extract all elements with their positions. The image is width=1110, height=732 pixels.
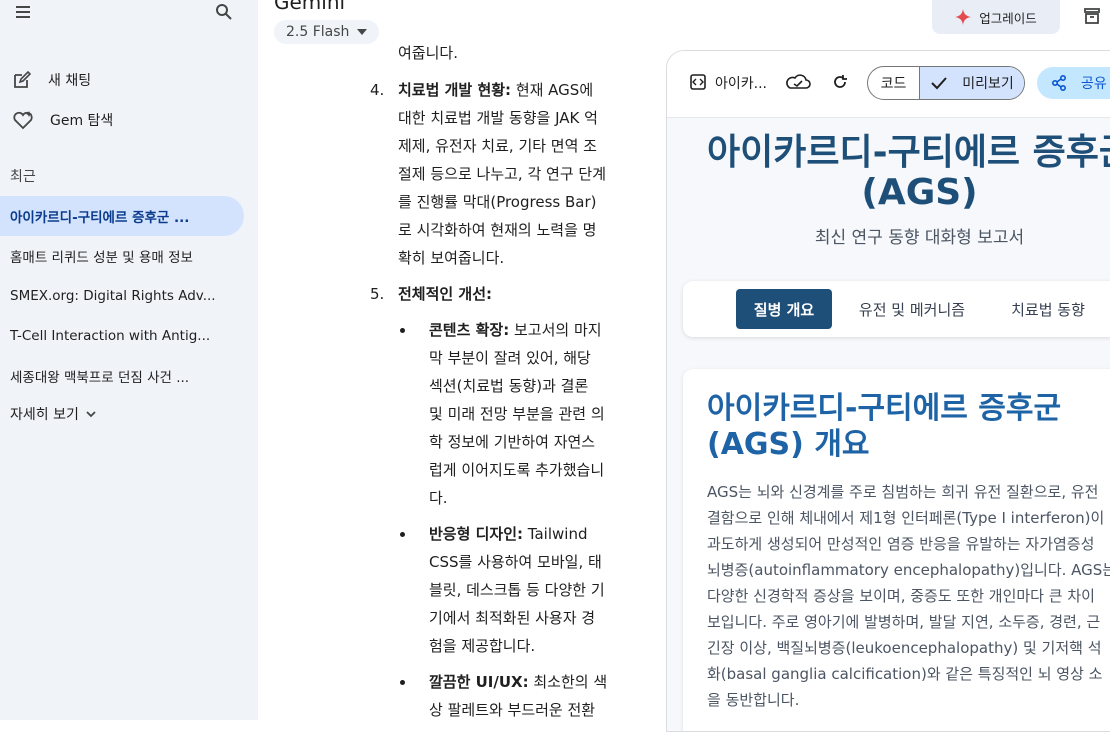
bullet-dot <box>400 532 405 537</box>
body-line: 긴장 이상, 백질뇌병증(leukoencephalopathy) 및 기저핵 … <box>707 639 1102 657</box>
section-title-line: (AGS) 개요 <box>707 427 870 462</box>
body-line: 뇌병증(autoinflammatory encephalopathy)입니다.… <box>707 561 1110 579</box>
item-number: 5. <box>370 285 385 303</box>
bullet-dot <box>400 680 405 685</box>
text-line: 를 진행률 막대(Progress Bar) <box>398 193 597 211</box>
response-text-fragment: 여줍니다. <box>398 44 458 62</box>
section-title: 아이카르디-구티에르 증후군 (AGS) 개요 <box>707 391 1061 463</box>
code-file-icon <box>689 73 707 91</box>
search-icon[interactable] <box>215 3 233 21</box>
new-chat-label: 새 채팅 <box>48 73 92 89</box>
show-more-button[interactable]: 자세히 보기 <box>10 404 97 424</box>
section-body: AGS는 뇌와 신경계를 주로 침범하는 희귀 유전 질환으로, 유전 결함으로… <box>707 479 1110 713</box>
preview-label: 미리보기 <box>962 76 1014 92</box>
code-preview-toggle: 코드 미리보기 <box>867 66 1025 100</box>
text-line: 현재 AGS에 <box>511 81 594 99</box>
chevron-down-icon <box>85 408 97 420</box>
caret-down-icon <box>357 29 368 35</box>
share-icon <box>1051 75 1067 91</box>
text-line: 보고서의 마지 <box>509 321 602 339</box>
upgrade-button[interactable]: 업그레이드 <box>932 0 1060 34</box>
bullet-dot <box>400 328 405 333</box>
sidebar: 새 채팅 Gem 탐색 최근 아이카르디-구티에르 증후군 ... 홈매트 리퀴… <box>0 0 258 720</box>
recent-chat-item[interactable]: 세종대왕 맥북프로 던짐 사건 ... <box>0 356 244 396</box>
gem-explore-button[interactable]: Gem 탐색 <box>12 108 113 132</box>
code-tab[interactable]: 코드 <box>868 67 920 99</box>
app-title: Gemini <box>274 0 346 14</box>
share-label: 공유 <box>1081 76 1107 92</box>
body-line: 화(basal ganglia calcification)와 같은 특징적인 … <box>707 665 1103 683</box>
text-line: 험을 제공합니다. <box>429 637 536 655</box>
body-line: 을 동반합니다. <box>707 691 800 709</box>
recent-chat-item[interactable]: T-Cell Interaction with Antig... <box>0 316 244 356</box>
bullet-heading: 반응형 디자인: <box>429 525 524 543</box>
recent-chat-item[interactable]: SMEX.org: Digital Rights Adv... <box>0 276 244 316</box>
new-chat-button[interactable]: 새 채팅 <box>12 68 91 92</box>
text-line: 섹션(치료법 동향)과 결론 <box>429 377 589 395</box>
share-button[interactable]: 공유 <box>1037 67 1110 99</box>
tab-overview[interactable]: 질병 개요 <box>736 289 832 329</box>
recent-chat-item[interactable]: 아이카르디-구티에르 증후군 ... <box>0 196 244 236</box>
cloud-sync-icon[interactable] <box>783 73 813 91</box>
document-subtitle: 최신 연구 동향 대화형 보고서 <box>814 228 1025 248</box>
refresh-icon[interactable] <box>831 73 849 91</box>
report-tabs: 질병 개요 유전 및 메커니즘 치료법 동향 <box>683 281 1110 337</box>
tab-genetics[interactable]: 유전 및 메커니즘 <box>847 289 977 329</box>
text-line: 절제 등으로 나누고, 각 연구 단계 <box>398 165 607 183</box>
text-line: 학 정보에 기반하여 자연스 <box>429 433 596 451</box>
sparkle-icon <box>955 9 972 25</box>
section-title-line: 아이카르디-구티에르 증후군 <box>707 391 1062 426</box>
item-number: 4. <box>370 81 385 99</box>
bullet-heading: 깔끔한 UI/UX: <box>429 673 529 691</box>
gem-explore-label: Gem 탐색 <box>50 113 114 129</box>
text-line: 다. <box>429 489 448 507</box>
item-text: 치료법 개발 현황: 현재 AGS에 대한 치료법 개발 동향을 JAK 억 제… <box>398 76 616 272</box>
recent-section-label: 최근 <box>10 169 36 185</box>
canvas-panel: 아이카... 코드 미리보기 공유 아이카르디-구티에르 증후군 (AGS) 최… <box>666 50 1110 732</box>
chat-response: 여줍니다. 4. 치료법 개발 현황: 현재 AGS에 대한 치료법 개발 동향… <box>370 0 620 720</box>
text-line: 제제, 유전자 치료, 기타 면역 조 <box>398 137 597 155</box>
item-heading: 치료법 개발 현황: <box>398 81 512 99</box>
text-line: 및 미래 전망 부분을 관련 의 <box>429 405 605 423</box>
recent-chat-item[interactable]: 홈매트 리퀴드 성분 및 용매 정보 <box>0 236 244 276</box>
text-line: 막 부분이 잘려 있어, 해당 <box>429 349 591 367</box>
bullet-heading: 콘텐츠 확장: <box>429 321 510 339</box>
body-line: 과도하게 생성되어 만성적인 염증 반응을 유발하는 자가염증성 <box>707 535 1095 553</box>
code-label: 코드 <box>880 76 907 92</box>
document-title-abbr: (AGS) <box>861 172 978 213</box>
body-line: AGS는 뇌와 신경계를 주로 침범하는 희귀 유전 질환으로, 유전 <box>707 483 1099 501</box>
body-line: 다양한 신경학적 증상을 보이며, 중증도 또한 개인마다 큰 차이 <box>707 587 1095 605</box>
gem-heart-icon <box>12 110 50 130</box>
text-line: CSS를 사용하여 모바일, 태 <box>429 553 602 571</box>
archive-icon[interactable] <box>1082 6 1102 26</box>
text-line: 상 팔레트와 부드러운 전환 <box>429 701 596 719</box>
model-label: 2.5 Flash <box>286 24 350 40</box>
item-heading: 전체적인 개선: <box>398 285 493 303</box>
menu-icon[interactable] <box>12 3 34 21</box>
check-icon <box>930 76 948 90</box>
text-line: 럽게 이어지도록 추가했습니 <box>429 461 605 479</box>
model-selector[interactable]: 2.5 Flash <box>274 20 380 44</box>
body-line: 결함으로 인해 체내에서 제1형 인터페론(Type I interferon)… <box>707 509 1105 527</box>
tab-treatment[interactable]: 치료법 동향 <box>993 289 1103 329</box>
text-line: 기에서 최적화된 사용자 경 <box>429 609 596 627</box>
text-line: 대한 치료법 개발 동향을 JAK 억 <box>398 109 598 127</box>
body-line: 보입니다. 주로 영아기에 발병하며, 발달 지연, 소두증, 경련, 근 <box>707 613 1101 631</box>
text-line: 로 시각화하여 현재의 노력을 명 <box>398 221 597 239</box>
text-line: 블릿, 데스크톱 등 다양한 기 <box>429 581 605 599</box>
upgrade-label: 업그레이드 <box>979 10 1037 26</box>
text-line: 확히 보여줍니다. <box>398 249 505 267</box>
text-line: 최소한의 색 <box>528 673 608 691</box>
show-more-label: 자세히 보기 <box>10 407 79 423</box>
canvas-toolbar: 아이카... 코드 미리보기 공유 <box>667 51 1110 118</box>
canvas-doc-title: 아이카... <box>715 76 767 92</box>
text-line: Tailwind <box>523 525 588 543</box>
overview-section: 아이카르디-구티에르 증후군 (AGS) 개요 AGS는 뇌와 신경계를 주로 … <box>683 369 1110 731</box>
edit-icon <box>12 70 48 90</box>
preview-tab[interactable]: 미리보기 <box>920 67 1024 99</box>
document-title: 아이카르디-구티에르 증후군 <box>707 132 1110 173</box>
